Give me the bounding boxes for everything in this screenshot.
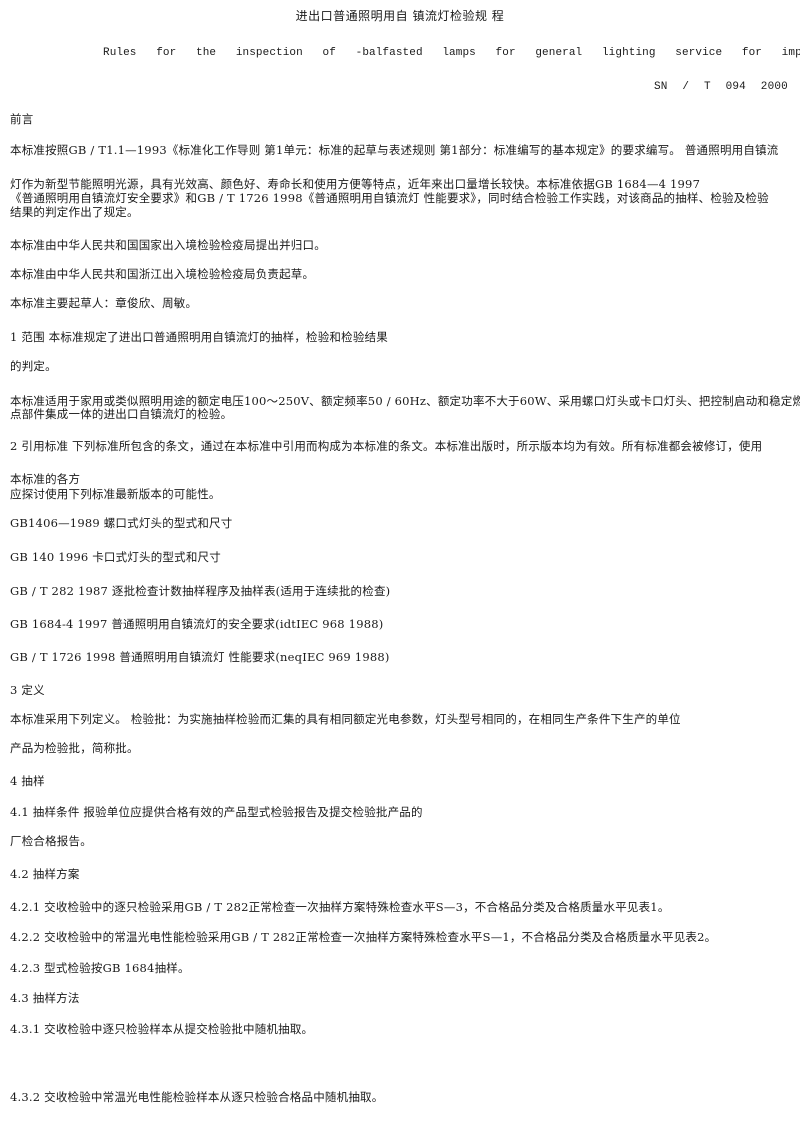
document-title: 进出口普通照明用自 镇流灯检验规 程 xyxy=(295,9,505,23)
section-2-references-cont: 应探讨使用下列标准最新版本的可能性。 xyxy=(10,487,221,501)
section-3-definition-cont: 产品为检验批，简称批。 xyxy=(10,741,139,755)
section-4-3-2: 4.3.2 交收检验中常温光电性能检验样本从逐只检验合格品中随机抽取。 xyxy=(10,1090,384,1104)
section-4-3-heading: 4.3 抽样方法 xyxy=(10,991,80,1005)
foreword-paragraph-line: 结果的判定作出了规定。 xyxy=(10,205,139,219)
foreword-proposer: 本标准由中华人民共和国国家出入境检验检疫局提出并归口。 xyxy=(10,238,326,252)
section-1-scope-cont: 的判定。 xyxy=(10,359,57,373)
foreword-paragraph-line: 灯作为新型节能照明光源，具有光效高、颜色好、寿命长和使用方便等特点，近年来出口量… xyxy=(10,177,701,191)
reference-item: GB / T 282 1987 逐批检查计数抽样程序及抽样表(适用于连续批的检查… xyxy=(10,584,391,598)
section-1-applicability-cont: 点部件集成一体的进出口自镇流灯的检验。 xyxy=(10,407,233,421)
foreword-paragraph-line: 本标准按照GB / T1.1—1993《标准化工作导则 第1单元：标准的起草与表… xyxy=(10,143,779,157)
section-2-references: 2 引用标准 下列标准所包含的条文，通过在本标准中引用而构成为本标准的条文。本标… xyxy=(10,439,763,453)
section-2-references-cont: 本标准的各方 xyxy=(10,472,81,486)
document-subtitle-english: Rules for the inspection of -balfasted l… xyxy=(103,47,800,59)
section-4-1-conditions-cont: 厂检合格报告。 xyxy=(10,834,92,848)
section-4-heading: 4 抽样 xyxy=(10,774,45,788)
reference-item: GB1406—1989 螺口式灯头的型式和尺寸 xyxy=(10,516,233,530)
section-4-1-conditions: 4.1 抽样条件 报验单位应提供合格有效的产品型式检验报告及提交检验批产品的 xyxy=(10,805,423,819)
section-4-2-1: 4.2.1 交收检验中的逐只检验采用GB / T 282正常检查一次抽样方案特殊… xyxy=(10,900,670,914)
section-3-definition: 本标准采用下列定义。 检验批：为实施抽样检验而汇集的具有相同额定光电参数，灯头型… xyxy=(10,712,681,726)
foreword-paragraph-line: 《普通照明用自镇流灯安全要求》和GB / T 1726 1998《普通照明用自镇… xyxy=(10,191,769,205)
reference-item: GB 1684-4 1997 普通照明用自镇流灯的安全要求(idtIEC 968… xyxy=(10,617,384,631)
section-3-heading: 3 定义 xyxy=(10,683,45,697)
standard-number: SN / T 094 2000 xyxy=(653,81,788,93)
section-4-2-2: 4.2.2 交收检验中的常温光电性能检验采用GB / T 282正常检查一次抽样… xyxy=(10,930,717,944)
reference-item: GB 140 1996 卡口式灯头的型式和尺寸 xyxy=(10,550,221,564)
section-4-3-1: 4.3.1 交收检验中逐只检验样本从提交检验批中随机抽取。 xyxy=(10,1022,314,1036)
reference-item: GB / T 1726 1998 普通照明用自镇流灯 性能要求(neqIEC 9… xyxy=(10,650,390,664)
section-4-2-heading: 4.2 抽样方案 xyxy=(10,867,80,881)
foreword-heading: 前言 xyxy=(10,112,34,126)
foreword-drafter: 本标准由中华人民共和国浙江出入境检验检疫局负责起草。 xyxy=(10,267,315,281)
foreword-authors: 本标准主要起草人：章俊欣、周敏。 xyxy=(10,296,198,310)
section-1-scope: 1 范围 本标准规定了进出口普通照明用自镇流灯的抽样，检验和检验结果 xyxy=(10,330,388,344)
section-4-2-3: 4.2.3 型式检验按GB 1684抽样。 xyxy=(10,961,190,975)
